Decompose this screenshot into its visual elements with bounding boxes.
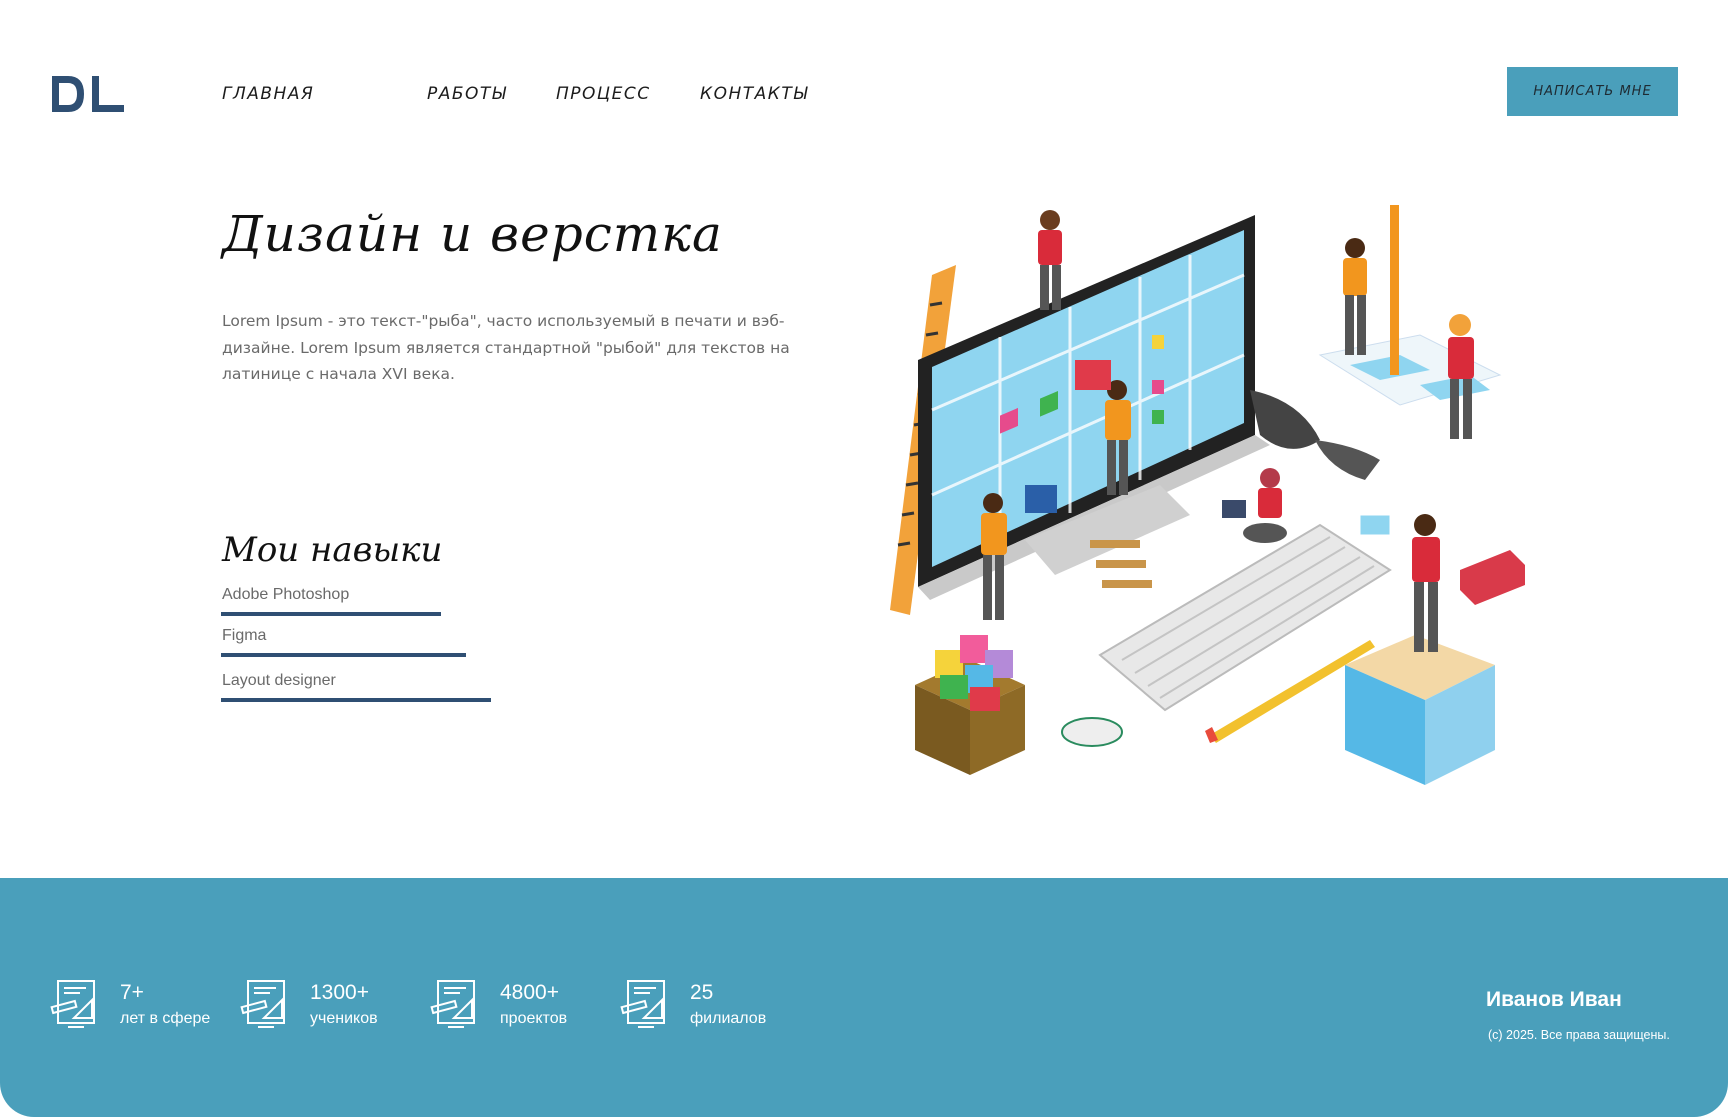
- hero-description: Lorem Ipsum - это текст-"рыба", часто ис…: [222, 312, 790, 383]
- skill-photoshop: Adobe Photoshop: [221, 586, 441, 616]
- stat-value: 1300+: [310, 981, 369, 1004]
- hero-illustration: [890, 205, 1525, 785]
- stat-label: филиалов: [690, 1010, 767, 1027]
- hero-title: Дизайн и верстка: [222, 205, 723, 263]
- skill-label: Layout designer: [222, 672, 336, 689]
- stat-value: 4800+: [500, 981, 559, 1004]
- contact-me-button[interactable]: НАПИСАТЬ МНЕ: [1507, 67, 1678, 116]
- logo[interactable]: [50, 74, 126, 114]
- stat-value: 7+: [120, 981, 144, 1004]
- nav-item-home[interactable]: ГЛАВНАЯ: [222, 84, 314, 104]
- skill-label: Adobe Photoshop: [222, 586, 350, 603]
- skill-bar: [221, 653, 466, 657]
- skill-bar: [221, 612, 441, 616]
- stat-value: 25: [690, 981, 714, 1004]
- author-name: Иванов Иван: [1486, 988, 1622, 1011]
- skill-bar: [221, 698, 491, 702]
- drafting-tools-icon: [240, 980, 285, 1028]
- drafting-tools-icon: [50, 980, 95, 1028]
- copyright: (c) 2025. Все права защищены.: [1488, 1028, 1670, 1042]
- nav-item-contacts[interactable]: КОНТАКТЫ: [700, 84, 809, 104]
- stat-label: учеников: [310, 1010, 378, 1027]
- skill-layout-designer: Layout designer: [221, 672, 491, 702]
- stat-label: проектов: [500, 1010, 568, 1027]
- skills-title: Мои навыки: [222, 530, 443, 570]
- drafting-tools-icon: [430, 980, 475, 1028]
- stat-label: лет в сфере: [120, 1010, 211, 1027]
- skill-figma: Figma: [221, 627, 466, 657]
- nav-item-process[interactable]: ПРОЦЕСС: [556, 84, 651, 104]
- skill-label: Figma: [222, 627, 267, 644]
- drafting-tools-icon: [620, 980, 665, 1028]
- footer: 7+ лет в сфере 1300+ учеников 4800+ прое…: [0, 878, 1728, 1117]
- nav-item-works[interactable]: РАБОТЫ: [427, 84, 507, 104]
